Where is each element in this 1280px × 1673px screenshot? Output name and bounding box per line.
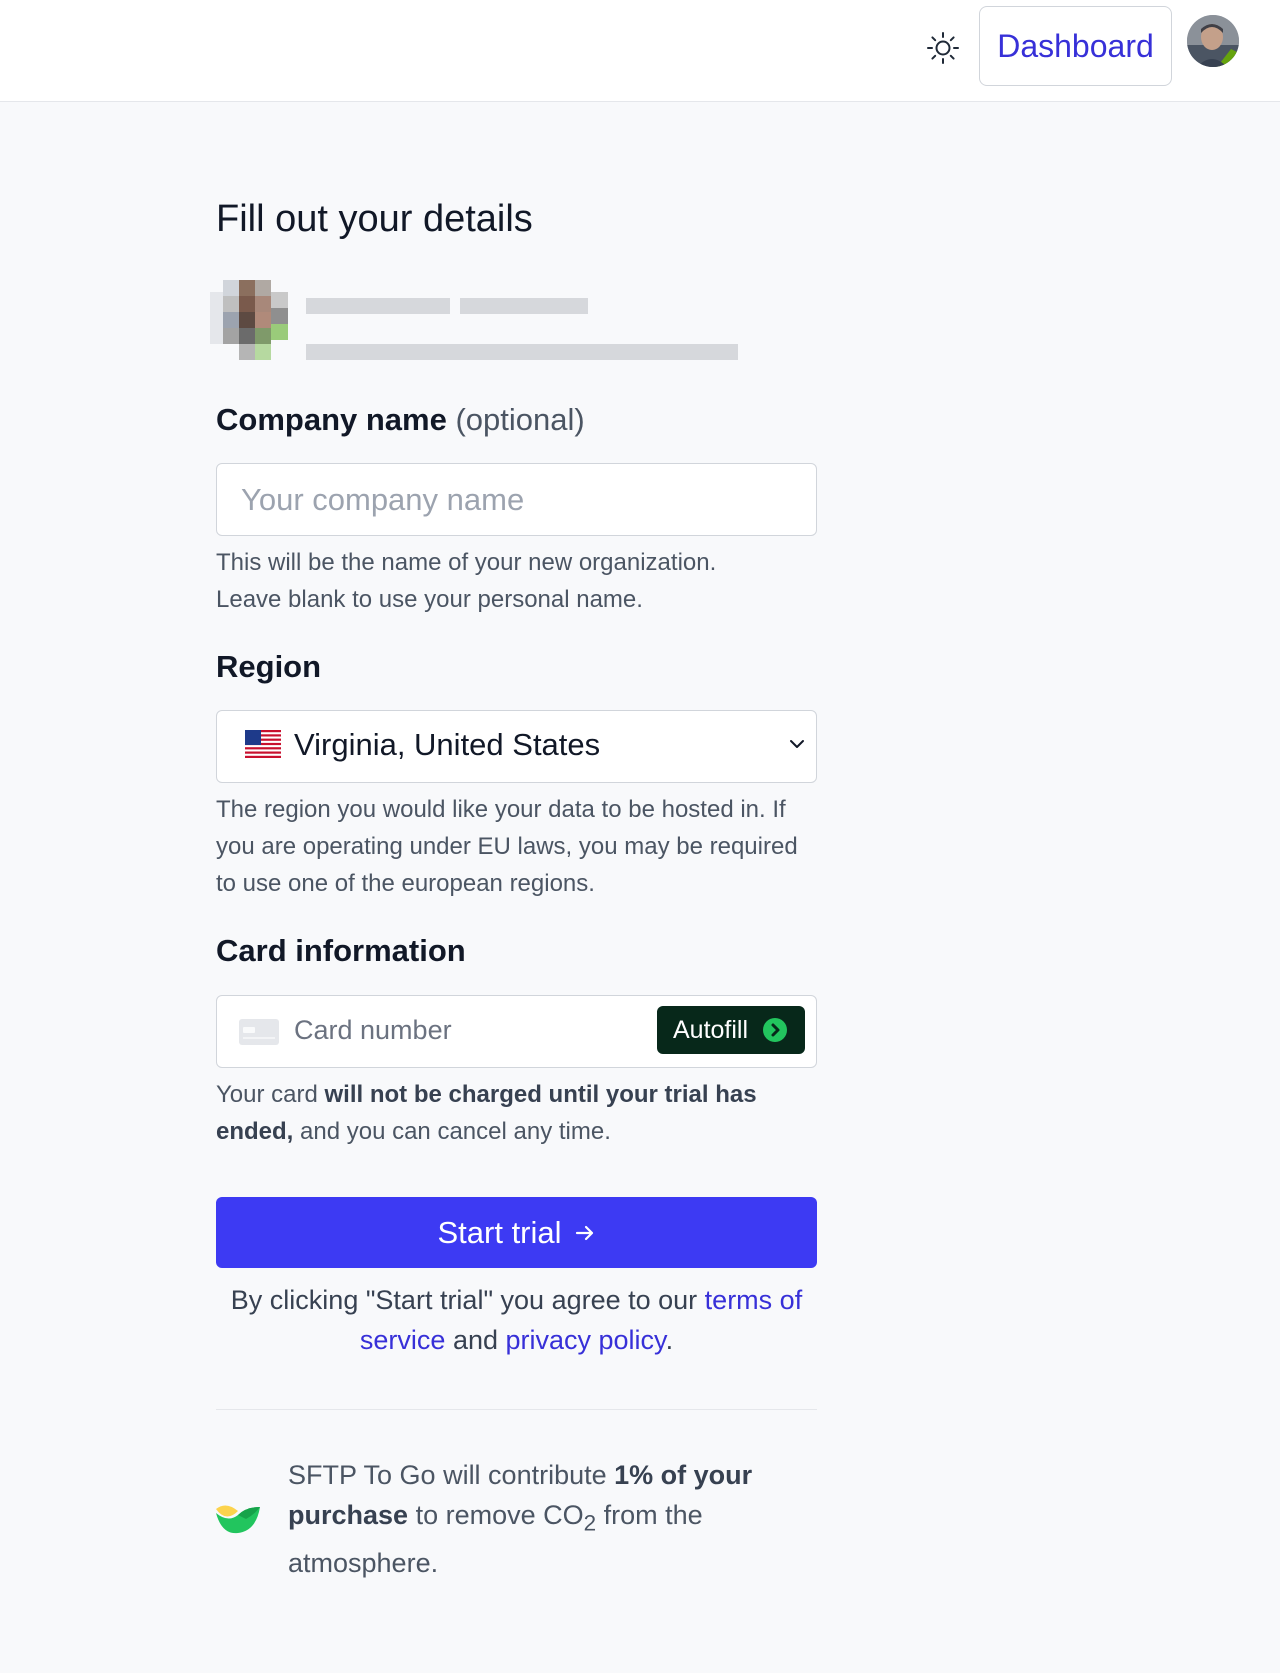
redacted-email <box>306 344 738 360</box>
card-number-field[interactable]: Card number Autofill <box>216 995 817 1068</box>
privacy-policy-link[interactable]: privacy policy <box>506 1325 666 1355</box>
arrow-circle-icon <box>763 1018 787 1042</box>
us-flag-icon <box>245 730 281 758</box>
region-selected-value: Virginia, United States <box>294 727 601 762</box>
user-avatar[interactable] <box>1187 15 1239 67</box>
optional-tag: (optional) <box>455 402 585 437</box>
company-name-input[interactable] <box>241 464 791 535</box>
dashboard-button[interactable]: Dashboard <box>979 6 1172 86</box>
company-name-field[interactable] <box>216 463 817 536</box>
autofill-label: Autofill <box>673 1015 749 1044</box>
credit-card-icon <box>239 1019 279 1045</box>
region-help-text: The region you would like your data to b… <box>216 796 798 897</box>
theme-toggle-button[interactable] <box>923 30 963 66</box>
start-trial-button[interactable]: Start trial <box>216 1197 817 1268</box>
card-info-label: Card information <box>216 933 466 968</box>
co2-subscript: 2 <box>583 1510 597 1536</box>
start-trial-label: Start trial <box>437 1214 562 1250</box>
region-label: Region <box>216 649 322 684</box>
user-identity <box>210 278 770 362</box>
chevron-down-icon <box>790 740 804 748</box>
top-nav: Dashboard <box>0 0 1280 102</box>
company-help-text: This will be the name of your new organi… <box>216 549 717 613</box>
climate-notice: SFTP To Go will contribute 1% of your pu… <box>288 1460 753 1579</box>
company-name-label: Company name (optional) <box>216 402 585 437</box>
pixelated-avatar <box>210 280 288 360</box>
divider <box>216 1409 817 1410</box>
region-select[interactable]: Virginia, United States <box>216 710 817 783</box>
redacted-name <box>460 298 588 314</box>
sun-icon <box>927 32 959 64</box>
card-number-placeholder[interactable]: Card number <box>294 1015 452 1046</box>
page-title: Fill out your details <box>216 198 533 240</box>
climate-leaf-icon <box>216 1505 260 1534</box>
redacted-name <box>306 298 450 314</box>
terms-notice: By clicking "Start trial" you agree to o… <box>230 1285 803 1355</box>
autofill-button[interactable]: Autofill <box>657 1006 805 1054</box>
arrow-right-icon <box>575 1225 593 1240</box>
card-help-text: Your card will not be charged until your… <box>216 1081 757 1145</box>
